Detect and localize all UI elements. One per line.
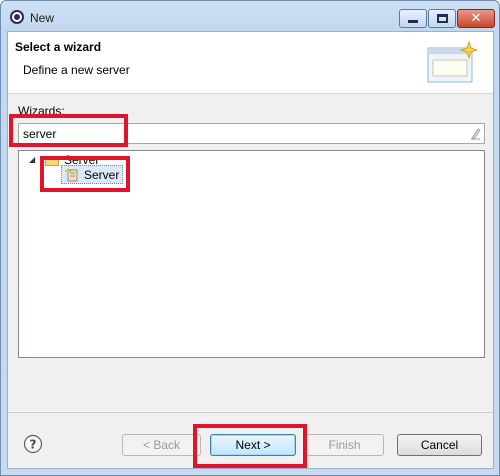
help-icon[interactable]: ? [23,434,43,454]
wizard-header: Select a wizard Define a new server [8,32,493,94]
cancel-button[interactable]: Cancel [397,434,482,456]
window-title: New [30,11,55,25]
highlight-server-wizard [40,156,130,192]
maximize-icon [436,14,448,23]
highlight-next-button [193,424,307,468]
svg-text:?: ? [30,438,37,452]
minimize-button[interactable] [399,9,427,28]
page-title: Select a wizard [15,40,102,54]
back-button[interactable]: < Back [122,434,201,456]
highlight-filter-input [9,114,128,147]
maximize-button[interactable] [428,9,456,28]
minimize-icon [408,20,418,23]
dialog-client-area: Select a wizard Define a new server Wiza… [7,31,494,469]
wizard-banner-icon [427,40,479,83]
eclipse-icon [10,10,24,24]
close-button[interactable]: ✕ [457,9,495,28]
finish-button[interactable]: Finish [305,434,384,456]
close-icon: ✕ [470,11,482,26]
new-wizard-dialog: New ✕ Select a wizard Define a new serve… [0,0,500,476]
title-bar[interactable]: New ✕ [1,1,499,31]
clear-filter-icon[interactable] [470,127,481,140]
expand-collapse-icon[interactable]: ◢ [29,155,39,165]
footer-divider [8,412,493,413]
page-description: Define a new server [23,63,130,77]
